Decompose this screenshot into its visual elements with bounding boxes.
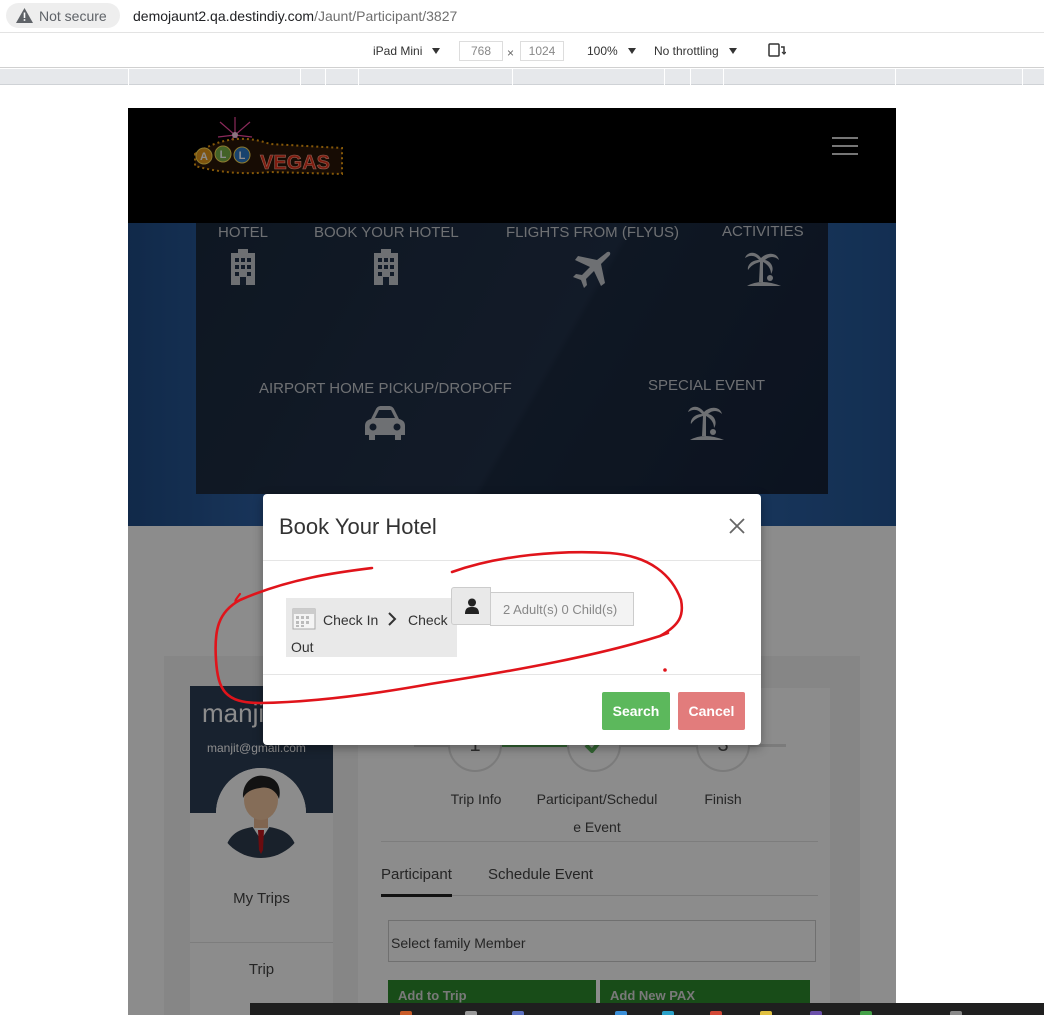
ruler-tick — [664, 69, 665, 85]
search-button[interactable]: Search — [602, 692, 670, 730]
security-label: Not secure — [39, 7, 107, 24]
cancel-button[interactable]: Cancel — [678, 692, 745, 730]
check-out-label-line2: Out — [291, 639, 314, 655]
security-indicator[interactable]: Not secure — [6, 3, 120, 28]
height-input[interactable]: 1024 — [520, 41, 564, 61]
device-name: iPad Mini — [373, 44, 423, 58]
taskbar-app-icon[interactable] — [810, 1011, 822, 1015]
width-input[interactable]: 768 — [459, 41, 503, 61]
taskbar-app-icon[interactable] — [512, 1011, 524, 1015]
taskbar-app-icon[interactable] — [465, 1011, 477, 1015]
close-icon[interactable] — [729, 518, 745, 534]
ruler-tick — [690, 69, 691, 85]
taskbar-app-icon[interactable] — [710, 1011, 722, 1015]
check-out-label: Check — [408, 612, 448, 628]
ruler-tick — [325, 69, 326, 85]
chevron-right-icon — [388, 612, 397, 626]
taskbar-app-icon[interactable] — [615, 1011, 627, 1015]
device-toolbar: iPad Mini 768 × 1024 100% No throttling — [0, 34, 1044, 68]
divider — [263, 560, 761, 561]
chevron-down-icon — [627, 48, 636, 54]
divider — [263, 674, 761, 675]
dimension-separator: × — [507, 46, 515, 60]
ruler-tick — [512, 69, 513, 85]
throttle-value: No throttling — [654, 44, 719, 58]
taskbar-app-icon[interactable] — [400, 1011, 412, 1015]
warning-icon — [16, 8, 33, 23]
ruler-tick — [895, 69, 896, 85]
check-in-label: Check In — [323, 612, 379, 628]
book-hotel-modal: Book Your Hotel Check In Check Out Searc… — [263, 494, 761, 745]
chevron-down-icon — [432, 48, 441, 54]
ruler-tick — [128, 69, 129, 85]
rotate-icon[interactable] — [768, 43, 786, 57]
browser-address-bar: Not secure demojaunt2.qa.destindiy.com/J… — [0, 0, 1044, 33]
taskbar-app-icon[interactable] — [662, 1011, 674, 1015]
user-icon — [465, 598, 479, 614]
ruler-tick — [1022, 69, 1023, 85]
calendar-icon — [292, 608, 316, 630]
throttle-select[interactable]: No throttling — [654, 44, 737, 58]
date-range-picker[interactable]: Check In Check Out — [286, 598, 457, 657]
guest-count-input[interactable] — [490, 592, 634, 626]
chevron-down-icon — [728, 48, 737, 54]
media-query-ruler — [0, 69, 1044, 85]
ruler-tick — [358, 69, 359, 85]
ruler-tick — [723, 69, 724, 85]
zoom-value: 100% — [587, 44, 618, 58]
guest-addon — [451, 587, 491, 625]
taskbar-app-icon[interactable] — [760, 1011, 772, 1015]
url-field[interactable]: demojaunt2.qa.destindiy.com/Jaunt/Partic… — [133, 8, 457, 24]
modal-title: Book Your Hotel — [279, 514, 437, 539]
taskbar-app-icon[interactable] — [860, 1011, 872, 1015]
url-host: demojaunt2.qa.destindiy.com — [133, 8, 315, 24]
ruler-tick — [300, 69, 301, 85]
device-select[interactable]: iPad Mini — [373, 44, 441, 58]
zoom-select[interactable]: 100% — [587, 44, 636, 58]
url-path: /Jaunt/Participant/3827 — [314, 8, 458, 24]
os-taskbar — [250, 1003, 1044, 1015]
taskbar-app-icon[interactable] — [950, 1011, 962, 1015]
